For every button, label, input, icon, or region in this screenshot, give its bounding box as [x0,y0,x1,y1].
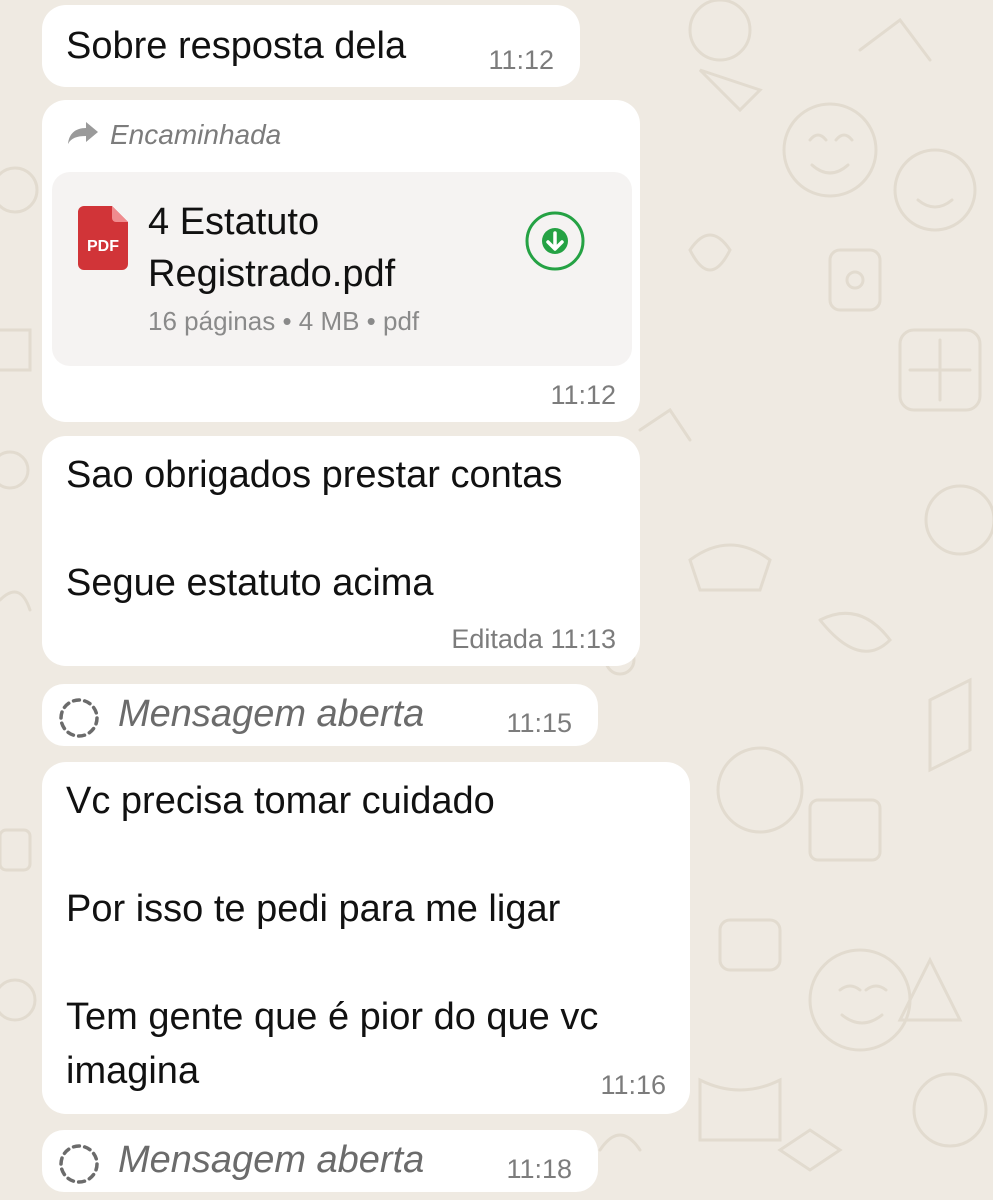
pdf-icon-label: PDF [87,238,119,255]
message-bubble[interactable]: Sobre resposta dela 11:12 [42,5,580,87]
message-bubble[interactable]: Vc precisa tomar cuidado Por isso te ped… [42,762,690,1114]
pdf-file-icon: PDF [78,206,128,275]
view-once-opened-bubble: Mensagem aberta 11:15 [42,684,598,746]
document-meta: 16 páginas • 4 MB • pdf [148,306,420,336]
opened-status-text: Mensagem aberta [118,1139,425,1181]
view-once-opened-icon [56,695,102,746]
message-time: 11:18 [506,1154,572,1184]
message-time-value: 11:13 [550,624,616,654]
message-text: Vc precisa tomar cuidado Por isso te ped… [66,780,599,1092]
message-time: Editada 11:13 [451,624,616,654]
download-icon[interactable] [524,210,586,277]
message-time: 11:16 [600,1070,666,1100]
message-text: Sao obrigados prestar contas Segue estat… [66,454,563,604]
forwarded-document-bubble[interactable]: Encaminhada PDF 4 Estatuto Registrado.pd… [42,100,640,422]
message-text: Sobre resposta dela [66,25,407,67]
document-card[interactable]: PDF 4 Estatuto Registrado.pdf 16 páginas… [52,172,632,366]
view-once-opened-icon [56,1141,102,1192]
forwarded-label: Encaminhada [110,119,282,150]
document-name: 4 Estatuto Registrado.pdf [148,201,396,295]
view-once-opened-bubble: Mensagem aberta 11:18 [42,1130,598,1192]
message-time: 11:12 [488,45,554,75]
message-time: 11:12 [550,380,616,410]
message-time: 11:15 [506,708,572,738]
opened-status-text: Mensagem aberta [118,693,425,735]
message-bubble[interactable]: Sao obrigados prestar contas Segue estat… [42,436,640,666]
forwarded-indicator: Encaminhada [66,118,281,152]
forward-arrow-icon [66,120,100,151]
edited-label: Editada [451,624,543,654]
